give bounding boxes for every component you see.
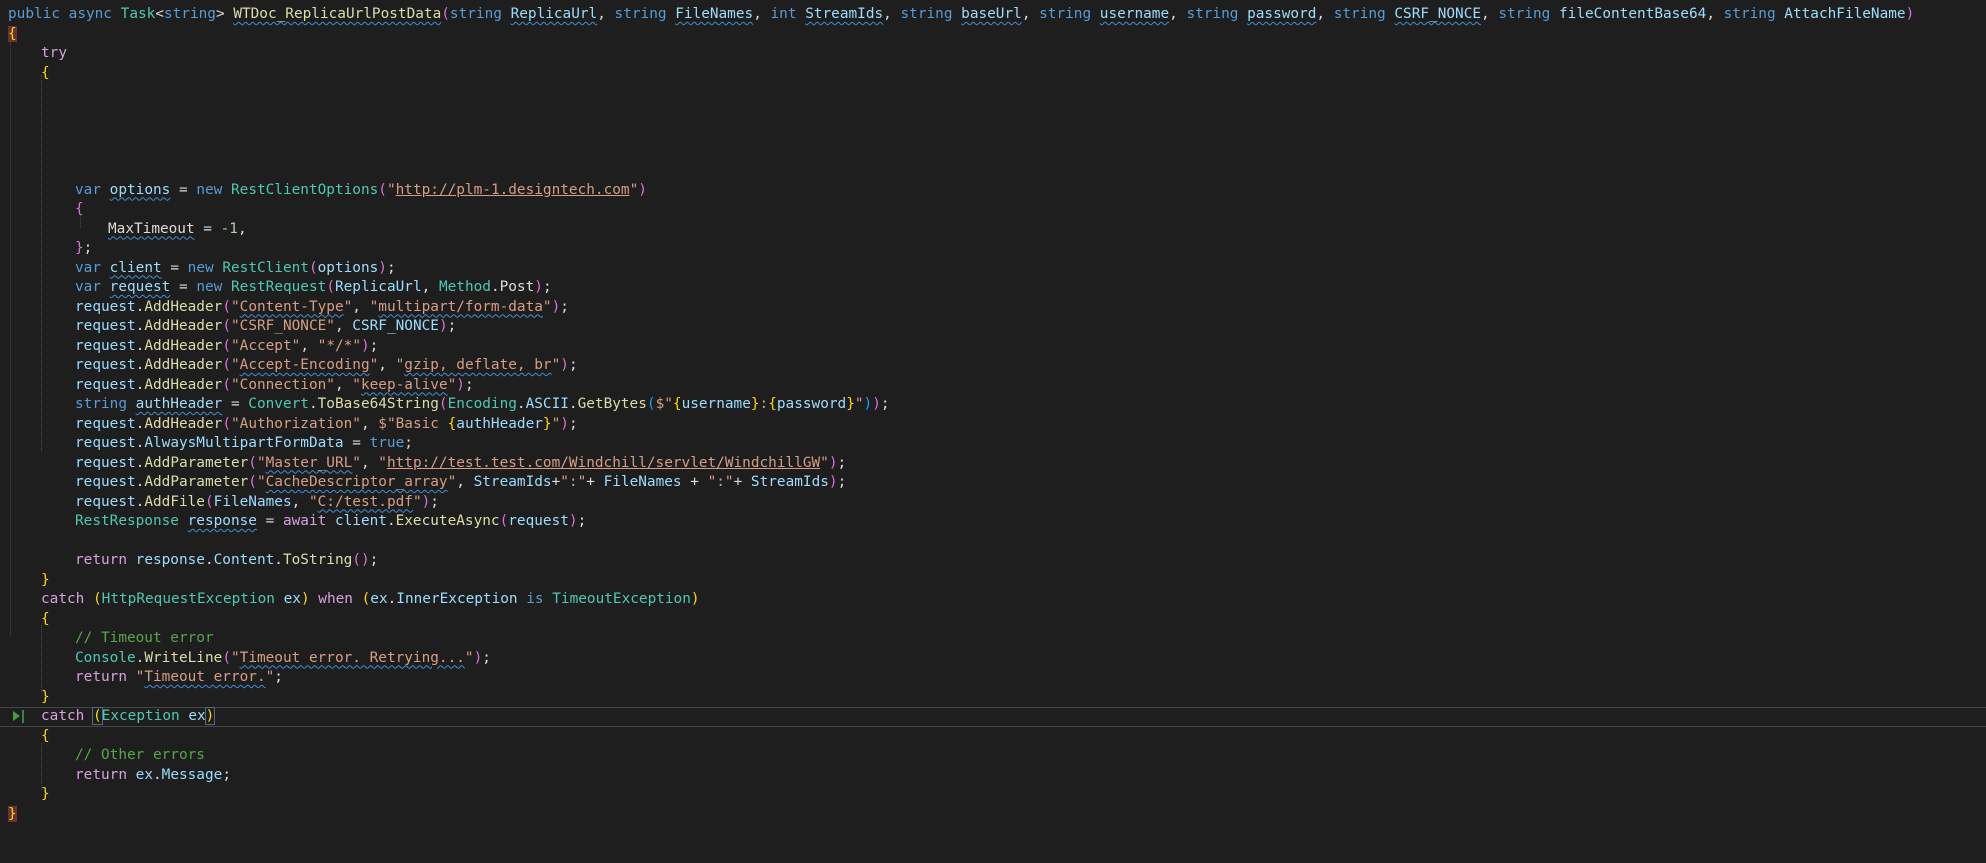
code-line[interactable]: { [0,25,1986,45]
method-name[interactable]: WTDoc_ReplicaUrlPostData [233,6,441,22]
var-response[interactable]: response [188,513,257,529]
code-line[interactable]: } [0,688,1986,708]
code-line[interactable]: request.AddHeader("CSRF_NONCE", CSRF_NON… [0,317,1986,337]
code-line[interactable]: { [0,610,1986,630]
param-password[interactable]: password [1247,6,1316,22]
code-line[interactable]: string authHeader = Convert.ToBase64Stri… [0,395,1986,415]
code-line[interactable]: } [0,805,1986,825]
kw-try: try [41,45,67,61]
code-line[interactable]: request.AddHeader("Content-Type", "multi… [0,298,1986,318]
code-line[interactable]: request.AddHeader("Accept-Encoding", "gz… [0,356,1986,376]
code-line[interactable]: var options = new RestClientOptions("htt… [0,181,1986,201]
code-line[interactable]: } [0,571,1986,591]
code-line[interactable]: request.AddHeader("Connection", "keep-al… [0,376,1986,396]
url-link[interactable]: http://test.test.com/Windchill/servlet/W… [387,455,820,471]
code-line[interactable]: } [0,785,1986,805]
var-auth-header[interactable]: authHeader [136,396,223,412]
change-marker [22,710,24,723]
kw-async: async [68,6,112,22]
comment: // Timeout error [75,630,214,646]
code-line[interactable]: catch (HttpRequestException ex) when (ex… [0,590,1986,610]
param-csrf-nonce[interactable]: CSRF_NONCE [1394,6,1481,22]
code-line[interactable]: return ex.Message; [0,766,1986,786]
var-request[interactable]: request [110,279,171,295]
code-line[interactable]: request.AddHeader("Accept", "*/*"); [0,337,1986,357]
comment: // Other errors [75,747,205,763]
code-line[interactable]: request.AddParameter("CacheDescriptor_ar… [0,473,1986,493]
code-line[interactable]: Console.WriteLine("Timeout error. Retryi… [0,649,1986,669]
code-line[interactable]: try [0,44,1986,64]
prop-max-timeout[interactable]: MaxTimeout [108,221,195,237]
code-line[interactable]: request.AddFile(FileNames, "C:/test.pdf"… [0,493,1986,513]
code-line[interactable]: // Timeout error [0,629,1986,649]
code-line[interactable]: request.AlwaysMultipartFormData = true; [0,434,1986,454]
param-replica-url[interactable]: ReplicaUrl [511,6,598,22]
kw-public: public [8,6,60,22]
code-lens-arrow-icon[interactable] [13,711,20,721]
code-line[interactable]: var client = new RestClient(options); [0,259,1986,279]
param-base-url[interactable]: baseUrl [961,6,1022,22]
code-line[interactable]: return response.Content.ToString(); [0,551,1986,571]
code-line[interactable]: MaxTimeout = -1, [0,220,1986,240]
code-line[interactable]: request.AddHeader("Authorization", $"Bas… [0,415,1986,435]
param-username[interactable]: username [1100,6,1169,22]
code-editor[interactable]: public async Task<string> WTDoc_ReplicaU… [0,0,1986,853]
type-task: Task [120,6,156,22]
var-client[interactable]: client [110,260,162,276]
param-stream-ids[interactable]: StreamIds [805,6,883,22]
code-line[interactable]: var request = new RestRequest(ReplicaUrl… [0,278,1986,298]
param-file-content[interactable]: fileContentBase64 [1559,6,1706,22]
url-link[interactable]: http://plm-1.designtech.com [396,182,630,198]
code-line[interactable]: request.AddParameter("Master_URL", "http… [0,454,1986,474]
code-line[interactable]: { [0,200,1986,220]
param-attach-file-name[interactable]: AttachFileName [1784,6,1905,22]
current-line[interactable]: catch (Exception ex) [0,707,1986,727]
code-line[interactable]: return "Timeout error."; [0,668,1986,688]
code-line[interactable]: // Other errors [0,746,1986,766]
code-line[interactable]: }; [0,239,1986,259]
code-line[interactable]: RestResponse response = await client.Exe… [0,512,1986,532]
code-line[interactable]: public async Task<string> WTDoc_ReplicaU… [0,5,1986,25]
code-line[interactable]: { [0,64,1986,84]
code-line[interactable]: { [0,727,1986,747]
param-file-names[interactable]: FileNames [675,6,753,22]
kw-string: string [163,6,216,22]
var-options[interactable]: options [110,182,171,198]
